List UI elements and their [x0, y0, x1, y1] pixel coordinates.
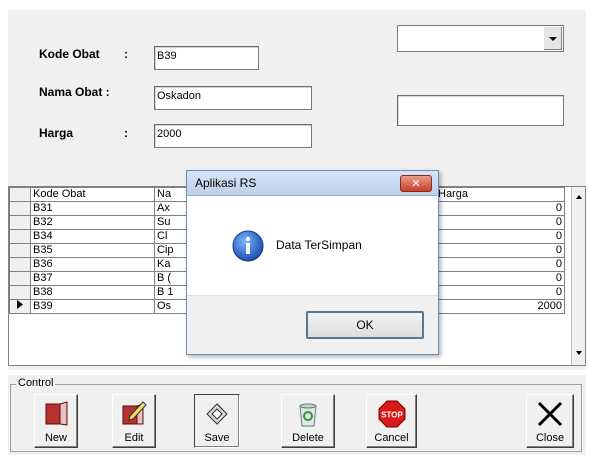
cell-kode[interactable]: B31 [30, 201, 155, 216]
cell-kode[interactable]: B39 [30, 299, 155, 314]
current-row-arrow-icon [17, 300, 23, 309]
side-text-input[interactable] [397, 95, 564, 126]
row-selector[interactable] [9, 257, 31, 272]
edit-pencil-icon [122, 401, 147, 425]
info-icon [232, 230, 264, 262]
save-button-label: Save [204, 432, 230, 444]
row-selector-header [9, 187, 31, 202]
edit-button[interactable]: Edit [112, 394, 156, 448]
cell-kode[interactable]: B32 [30, 215, 155, 230]
edit-button-label: Edit [124, 432, 144, 444]
nama-obat-input[interactable]: Oskadon [154, 86, 312, 110]
chevron-down-icon [549, 36, 557, 41]
close-x-icon [537, 401, 563, 427]
row-selector[interactable] [9, 229, 31, 244]
cell-harga[interactable]: 0 [435, 257, 565, 272]
dialog-close-button[interactable]: ✕ [400, 175, 432, 192]
row-selector[interactable] [9, 285, 31, 300]
row-selector-current[interactable] [9, 299, 31, 314]
row-selector[interactable] [9, 215, 31, 230]
close-button-label: Close [535, 432, 565, 444]
control-panel: Control New Edit Save Delete STOP Cancel… [8, 375, 586, 455]
cell-harga[interactable]: 0 [435, 229, 565, 244]
new-button[interactable]: New [34, 394, 78, 448]
kode-obat-colon: : [124, 47, 128, 61]
scroll-down-button[interactable] [573, 347, 584, 359]
dialog-message: Data TerSimpan [276, 238, 362, 252]
harga-label: Harga [39, 126, 74, 140]
table-vertical-scrollbar[interactable] [571, 187, 585, 365]
new-door-icon [45, 401, 68, 426]
row-selector[interactable] [9, 271, 31, 286]
delete-button[interactable]: Delete [281, 394, 335, 448]
cell-kode[interactable]: B36 [30, 257, 155, 272]
new-button-label: New [44, 432, 67, 444]
ok-button[interactable]: OK [306, 311, 424, 339]
harga-colon: : [124, 126, 128, 140]
cell-kode[interactable]: B35 [30, 243, 155, 258]
kode-obat-input[interactable]: B39 [154, 46, 259, 70]
harga-input[interactable]: 2000 [154, 124, 312, 148]
delete-button-label: Delete [292, 432, 324, 444]
cell-harga[interactable]: 2000 [435, 299, 565, 314]
cell-kode[interactable]: B38 [30, 285, 155, 300]
cancel-button-label: Cancel [374, 432, 409, 444]
obat-combo[interactable] [397, 25, 564, 52]
cancel-button[interactable]: STOP Cancel [366, 394, 417, 448]
dialog-title-bar[interactable]: Aplikasi RS ✕ [187, 171, 438, 196]
recycle-bin-icon [299, 403, 317, 427]
scroll-up-button[interactable] [573, 191, 584, 203]
cell-kode[interactable]: B37 [30, 271, 155, 286]
combo-dropdown-button[interactable] [543, 27, 562, 50]
stop-sign-text: STOP [381, 411, 403, 420]
cell-harga[interactable]: 0 [435, 243, 565, 258]
close-icon: ✕ [411, 178, 421, 190]
save-button[interactable]: Save [194, 394, 240, 448]
scroll-down-icon [575, 351, 582, 355]
scroll-up-icon [575, 195, 582, 199]
dialog-title: Aplikasi RS [195, 176, 257, 190]
control-legend: Control [16, 377, 56, 389]
column-header-kode[interactable]: Kode Obat [30, 187, 155, 202]
close-button[interactable]: Close [526, 394, 574, 448]
dialog-footer: OK [187, 295, 438, 354]
cell-harga[interactable]: 0 [435, 285, 565, 300]
kode-obat-label: Kode Obat [39, 47, 100, 61]
cell-harga[interactable]: 0 [435, 271, 565, 286]
cell-harga[interactable]: 0 [435, 215, 565, 230]
cell-kode[interactable]: B34 [30, 229, 155, 244]
row-selector[interactable] [9, 243, 31, 258]
nama-obat-label: Nama Obat : [39, 85, 110, 99]
stop-sign-icon: STOP [378, 400, 405, 428]
row-selector[interactable] [9, 201, 31, 216]
column-header-harga[interactable]: Harga [435, 187, 565, 202]
message-dialog: Aplikasi RS ✕ Data TerSimpan OK [186, 170, 439, 355]
save-disk-icon [206, 403, 228, 425]
cell-harga[interactable]: 0 [435, 201, 565, 216]
